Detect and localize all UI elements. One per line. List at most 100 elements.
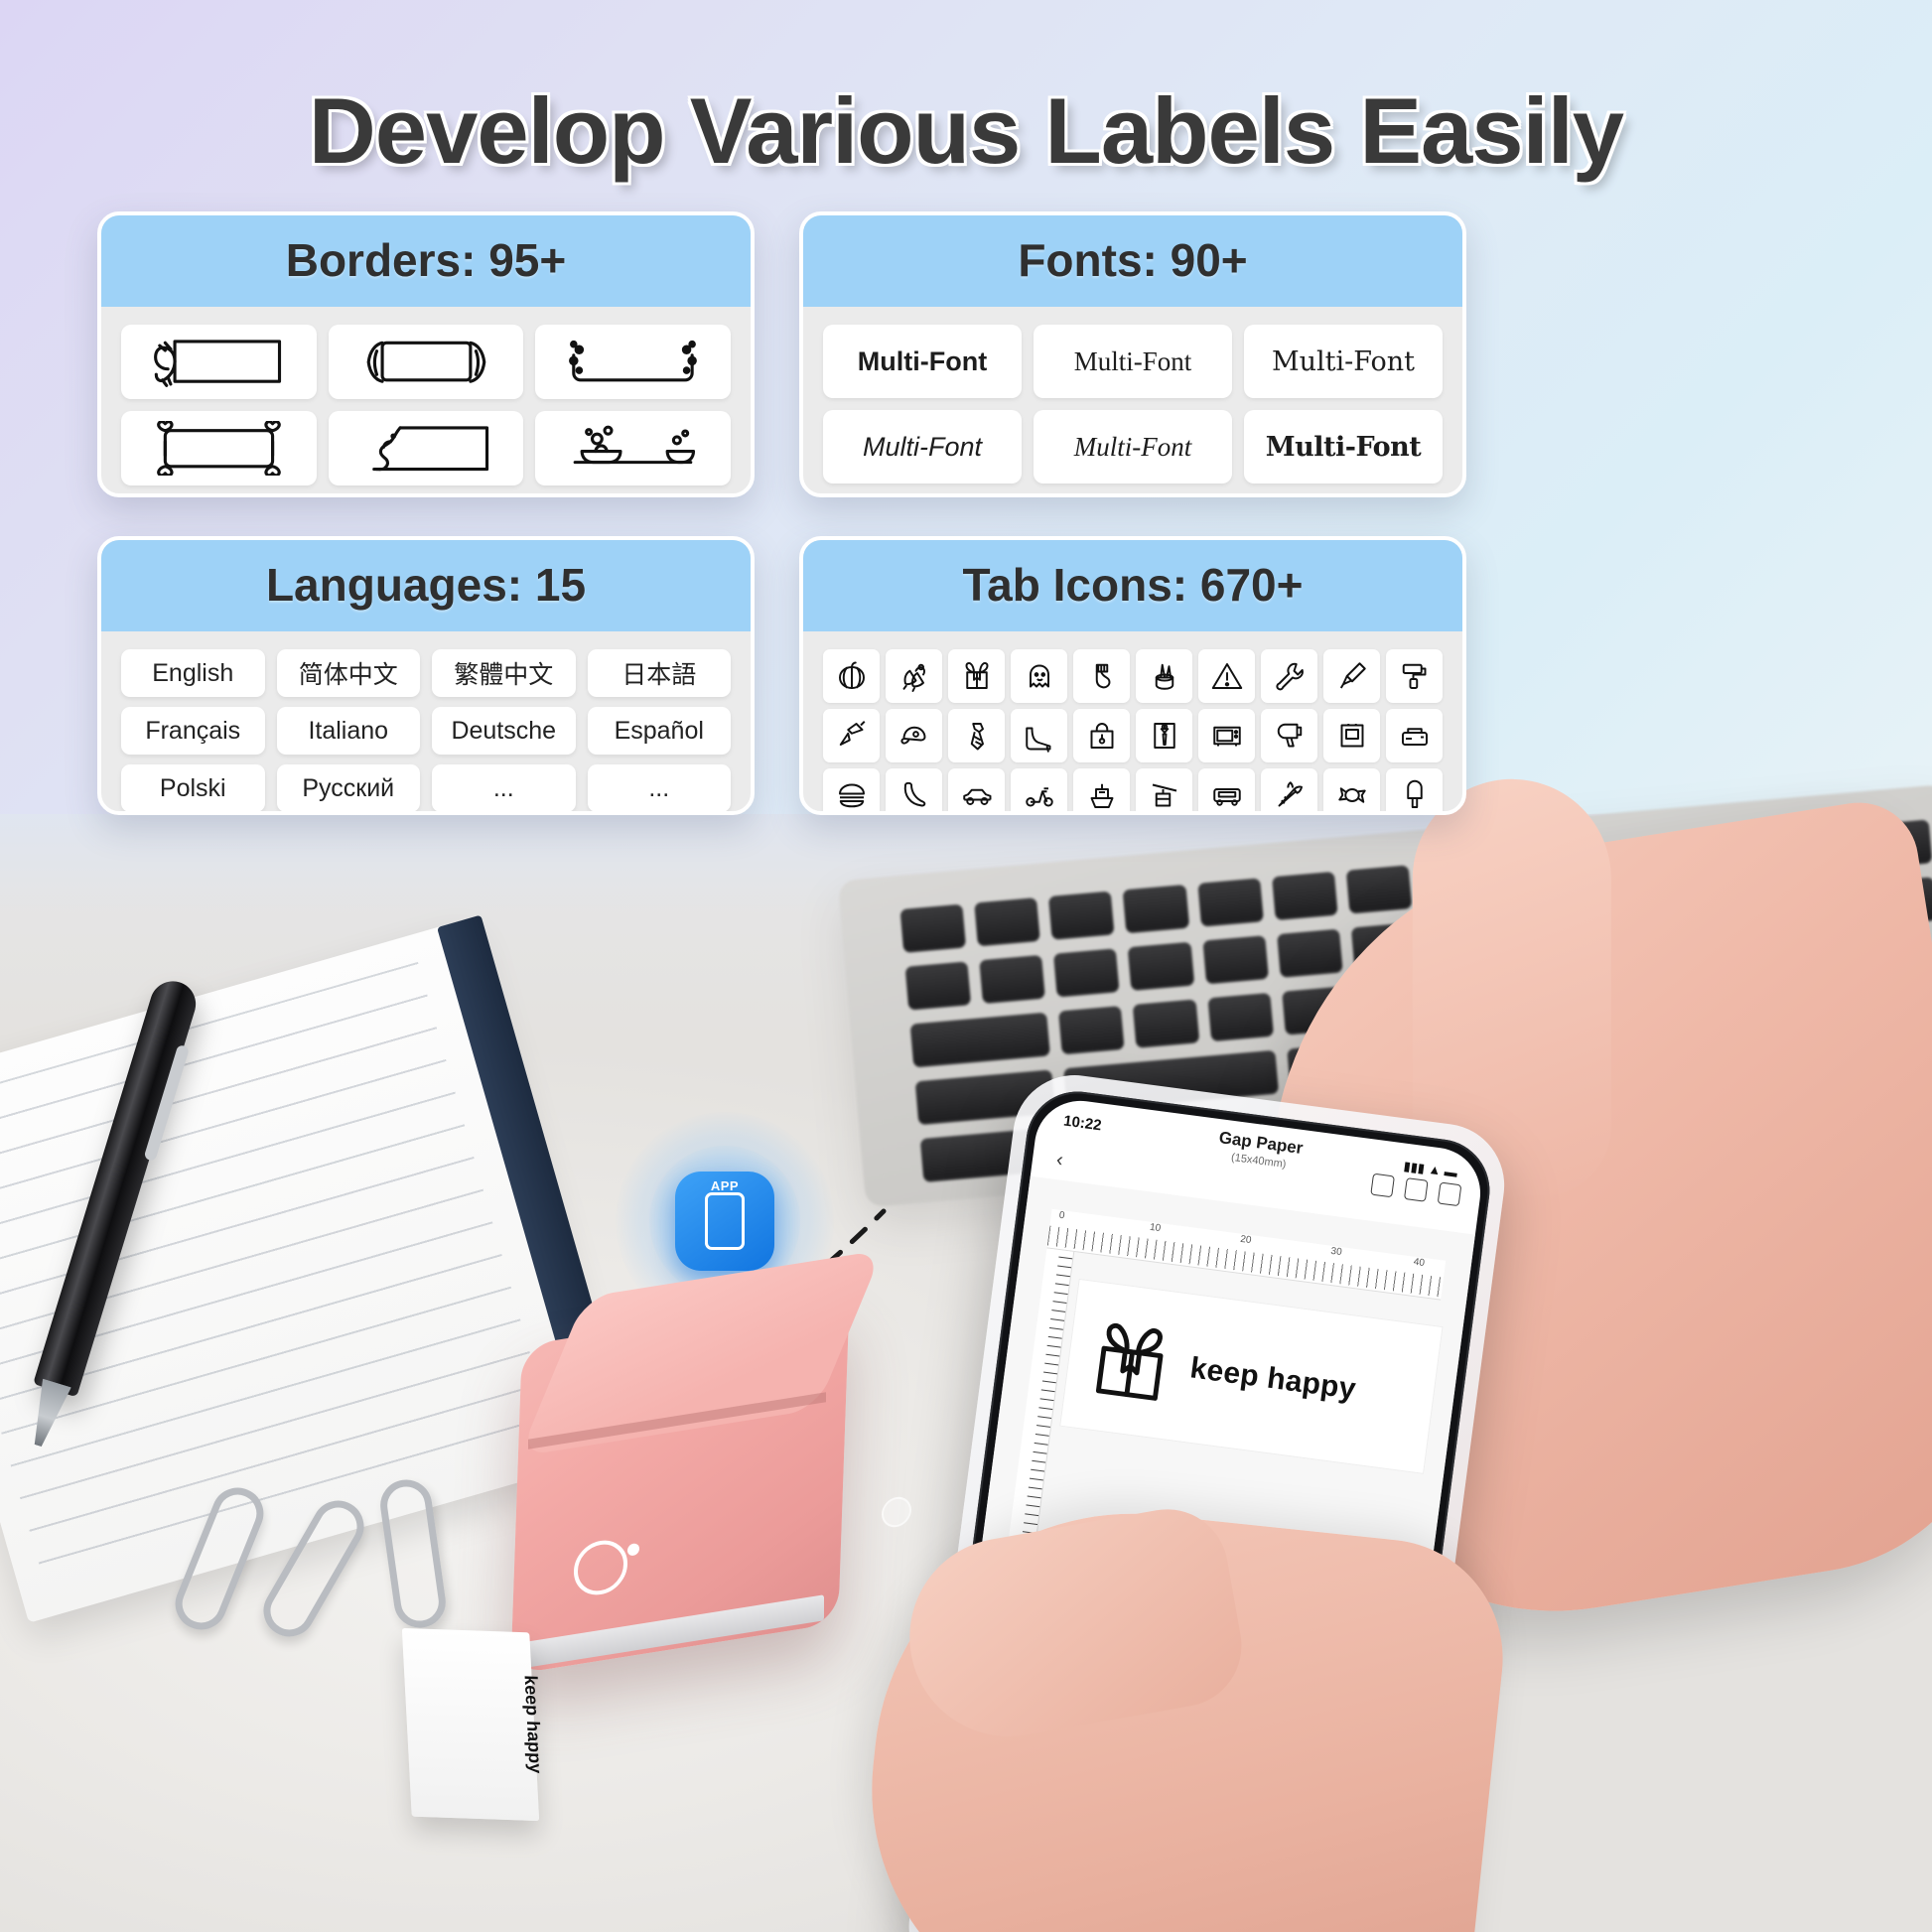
- candy-icon: [1337, 787, 1366, 803]
- icon-tile[interactable]: [1261, 768, 1317, 811]
- icon-tile[interactable]: [1136, 649, 1192, 703]
- card-borders: Borders: 95+: [97, 211, 755, 497]
- icon-tile[interactable]: [1386, 649, 1443, 703]
- card-fonts: Fonts: 90+ Multi-Font Multi-Font Multi-F…: [799, 211, 1466, 497]
- wrench-icon: [1275, 662, 1304, 691]
- ship-icon: [1090, 783, 1113, 808]
- language-chip[interactable]: Italiano: [276, 707, 420, 755]
- heart-pins-border: [157, 420, 281, 477]
- font-sample[interactable]: Multi-Font: [1244, 410, 1443, 483]
- card-fonts-heading: Fonts: 90+: [803, 215, 1462, 307]
- language-chip[interactable]: 日本語: [587, 649, 731, 697]
- pen-cup-icon: [1155, 663, 1173, 690]
- language-chip[interactable]: Español: [587, 707, 731, 755]
- icon-tile[interactable]: [1011, 768, 1067, 811]
- card-fonts-body: Multi-Font Multi-Font Multi-Font Multi-F…: [803, 307, 1462, 493]
- icon-tile[interactable]: [1261, 709, 1317, 762]
- sock-icon: [1095, 663, 1110, 689]
- necktie-icon: [970, 723, 984, 751]
- icon-tile[interactable]: [1073, 649, 1130, 703]
- border-tile[interactable]: [328, 325, 524, 399]
- icon-tile[interactable]: [1136, 768, 1192, 811]
- carrot-icon: [1278, 781, 1303, 807]
- border-tile[interactable]: [121, 325, 317, 399]
- bus-icon: [1212, 788, 1241, 806]
- warning-icon: [1211, 663, 1242, 689]
- card-tab-icons: Tab Icons: 670+: [799, 536, 1466, 815]
- tab-icon-grid: [823, 649, 1443, 811]
- font-sample[interactable]: Multi-Font: [1244, 325, 1443, 398]
- card-borders-body: [101, 307, 751, 493]
- bath-bubbles-border: [573, 425, 696, 464]
- font-sample[interactable]: Multi-Font: [1034, 325, 1232, 398]
- icon-tile[interactable]: [1136, 709, 1192, 762]
- handbag-icon: [1090, 723, 1113, 749]
- language-chip-more[interactable]: ...: [432, 764, 576, 811]
- toaster-icon: [1401, 728, 1428, 746]
- card-tab-icons-heading: Tab Icons: 670+: [803, 540, 1462, 631]
- scooter-icon: [1025, 787, 1053, 807]
- card-languages: Languages: 15 English 简体中文 繁體中文 日本語 Fran…: [97, 536, 755, 815]
- ghost-icon: [1029, 664, 1049, 688]
- language-chip[interactable]: Русский: [276, 764, 420, 811]
- font-grid: Multi-Font Multi-Font Multi-Font Multi-F…: [823, 325, 1443, 483]
- font-sample[interactable]: Multi-Font: [823, 410, 1022, 483]
- icon-tile[interactable]: [1323, 649, 1380, 703]
- icon-tile[interactable]: [1198, 768, 1255, 811]
- border-tile[interactable]: [328, 411, 524, 485]
- hair-dryer-icon: [1277, 723, 1302, 748]
- icon-tile[interactable]: [823, 709, 880, 762]
- icon-tile[interactable]: [948, 768, 1005, 811]
- language-grid: English 简体中文 繁體中文 日本語 Français Italiano …: [121, 649, 731, 811]
- icon-tile[interactable]: [948, 649, 1005, 703]
- icon-tile[interactable]: [886, 709, 942, 762]
- icon-tile[interactable]: [823, 649, 880, 703]
- language-chip[interactable]: Deutsche: [432, 707, 576, 755]
- microwave-icon: [1212, 726, 1241, 747]
- icon-tile[interactable]: [1073, 768, 1130, 811]
- font-sample[interactable]: Multi-Font: [1034, 410, 1232, 483]
- paint-roller-icon: [1402, 663, 1426, 689]
- icon-tile[interactable]: [886, 649, 942, 703]
- language-chip[interactable]: Polski: [121, 764, 265, 811]
- dotted-rounded-border: [569, 340, 698, 382]
- card-tab-icons-body: [803, 631, 1462, 811]
- font-sample[interactable]: Multi-Font: [823, 325, 1022, 398]
- border-tile[interactable]: [535, 411, 731, 485]
- icon-tile[interactable]: [1011, 649, 1067, 703]
- high-heel-icon: [1025, 727, 1050, 753]
- icon-tile[interactable]: [1198, 649, 1255, 703]
- border-grid: [121, 325, 731, 485]
- icon-tile[interactable]: [1073, 709, 1130, 762]
- icon-tile[interactable]: [1261, 649, 1317, 703]
- language-chip[interactable]: 繁體中文: [432, 649, 576, 697]
- border-tile[interactable]: [121, 411, 317, 485]
- card-languages-body: English 简体中文 繁體中文 日本語 Français Italiano …: [101, 631, 751, 811]
- icon-tile[interactable]: [1323, 768, 1380, 811]
- icon-tile[interactable]: [823, 768, 880, 811]
- icon-tile[interactable]: [1386, 768, 1443, 811]
- burger-icon: [838, 783, 865, 808]
- icon-tile[interactable]: [1198, 709, 1255, 762]
- icon-tile[interactable]: [1011, 709, 1067, 762]
- cap-icon: [899, 726, 925, 745]
- pumpkin-icon: [838, 661, 865, 689]
- banana-icon: [903, 781, 925, 807]
- language-chip-more[interactable]: ...: [587, 764, 731, 811]
- language-chip[interactable]: Français: [121, 707, 265, 755]
- iron-icon: [1340, 724, 1363, 748]
- language-chip[interactable]: English: [121, 649, 265, 697]
- gift-icon: [965, 661, 988, 689]
- feature-overlay: Develop Various Labels Easily Borders: 9…: [0, 0, 1932, 1932]
- card-borders-heading: Borders: 95+: [101, 215, 751, 307]
- icon-tile[interactable]: [948, 709, 1005, 762]
- bells-icon: [902, 663, 925, 692]
- dog-silhouette-border: [371, 426, 488, 471]
- icon-tile[interactable]: [886, 768, 942, 811]
- icon-tile[interactable]: [1386, 709, 1443, 762]
- candy-wrapper-left-border: [153, 340, 281, 387]
- page-title: Develop Various Labels Easily: [308, 78, 1624, 183]
- border-tile[interactable]: [535, 325, 731, 399]
- language-chip[interactable]: 简体中文: [276, 649, 420, 697]
- icon-tile[interactable]: [1323, 709, 1380, 762]
